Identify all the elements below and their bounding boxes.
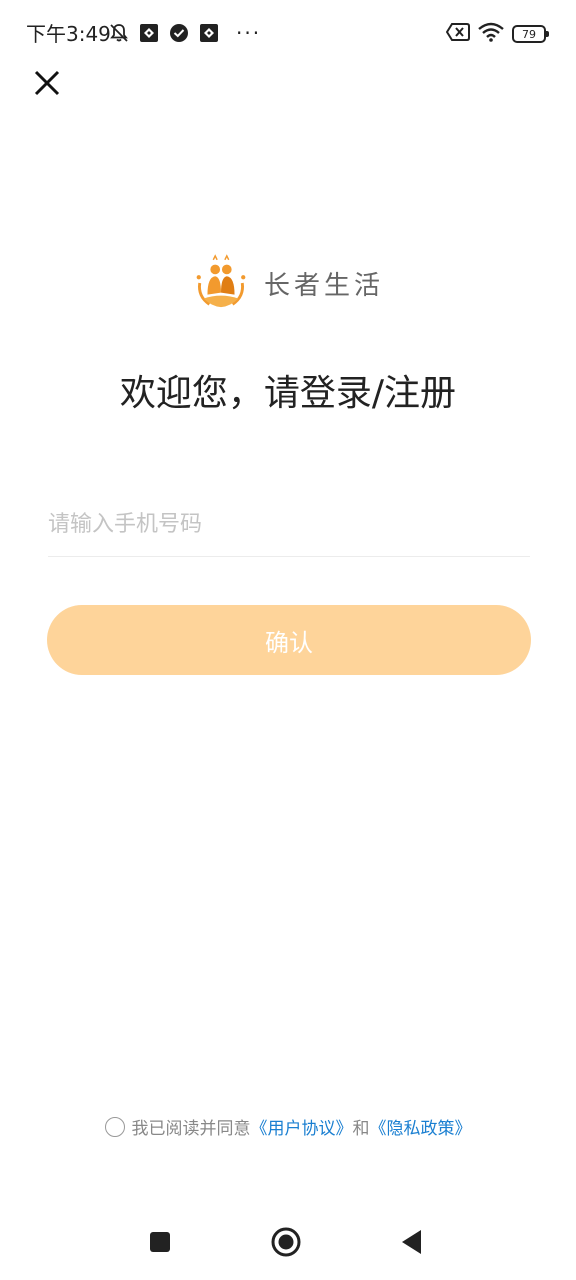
agreement-prefix: 我已阅读并同意	[131, 1119, 251, 1139]
home-circle-icon	[271, 1227, 301, 1257]
square-icon	[150, 1232, 170, 1252]
mute-bell-icon	[108, 22, 130, 44]
close-icon	[34, 70, 60, 96]
wifi-icon	[478, 22, 504, 46]
login-screen: 下午3:49 ··· 79 长者生活 欢迎您，请登录/注册 请输入手机号码 确认…	[0, 0, 576, 1280]
app-logo: 长者生活	[192, 254, 384, 312]
home-button[interactable]	[266, 1222, 306, 1262]
logo-text: 长者生活	[264, 270, 385, 301]
elderly-couple-logo-icon	[196, 254, 246, 308]
battery-icon: 79	[512, 25, 549, 43]
recents-button[interactable]	[140, 1222, 180, 1262]
status-time: 下午3:49	[26, 22, 111, 46]
agree-radio[interactable]	[104, 1116, 125, 1137]
close-button[interactable]	[28, 64, 66, 102]
agreement-and: 和	[352, 1119, 370, 1139]
back-button[interactable]	[392, 1222, 432, 1262]
agreement-row: 我已阅读并同意 《用户协议》 和 《隐私政策》	[0, 1114, 576, 1139]
check-circle-icon	[168, 22, 190, 44]
user-agreement-link[interactable]: 《用户协议》	[251, 1114, 353, 1139]
status-icons-left: ···	[108, 22, 261, 44]
system-nav-bar	[0, 1206, 576, 1280]
close-box-icon	[445, 22, 470, 46]
back-triangle-icon	[402, 1230, 421, 1254]
app-notification-icon	[138, 22, 160, 44]
confirm-button[interactable]: 确认	[47, 605, 531, 675]
status-icons-right: 79	[445, 22, 549, 46]
phone-number-input[interactable]	[48, 492, 530, 557]
app-notification-icon	[198, 22, 220, 44]
status-bar: 下午3:49 ··· 79	[0, 0, 576, 68]
welcome-title: 欢迎您，请登录/注册	[119, 373, 457, 414]
status-more: ···	[236, 21, 262, 45]
privacy-policy-link[interactable]: 《隐私政策》	[370, 1114, 472, 1139]
